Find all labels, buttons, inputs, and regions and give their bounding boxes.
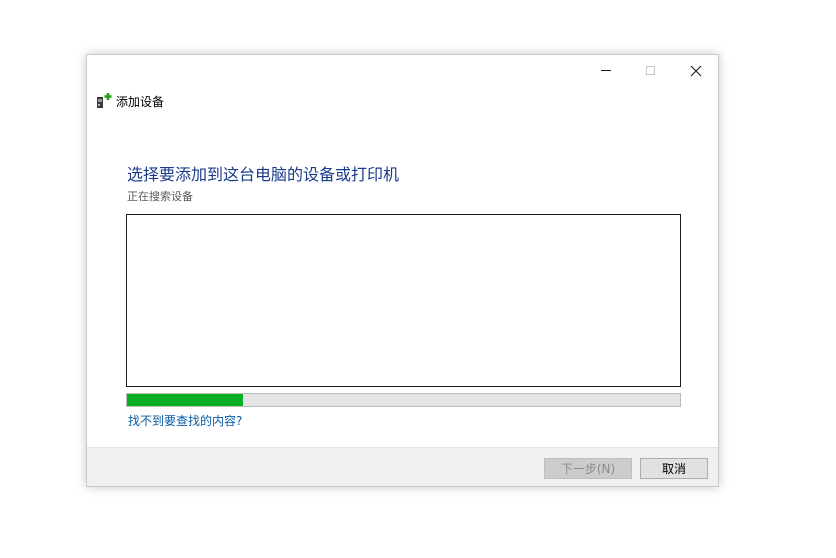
minimize-button[interactable] <box>583 55 629 86</box>
device-list[interactable] <box>126 214 681 387</box>
next-button[interactable]: 下一步(N) <box>544 458 632 479</box>
add-device-icon <box>97 93 112 108</box>
title-bar[interactable] <box>87 55 718 86</box>
cancel-button[interactable]: 取消 <box>640 458 708 479</box>
close-icon <box>690 65 702 76</box>
page-title: 选择要添加到这台电脑的设备或打印机 <box>127 165 400 184</box>
dialog-header: 添加设备 <box>96 93 164 109</box>
maximize-icon <box>645 66 655 75</box>
search-progress-bar <box>126 393 681 407</box>
add-device-dialog: 添加设备 选择要添加到这台电脑的设备或打印机 正在搜索设备 找不到要查找的内容?… <box>86 54 719 487</box>
maximize-button[interactable] <box>627 55 673 86</box>
search-progress-fill <box>127 394 244 406</box>
dialog-footer: 下一步(N) 取消 <box>87 447 718 486</box>
help-link[interactable]: 找不到要查找的内容? <box>128 412 242 429</box>
dialog-title: 添加设备 <box>116 94 165 109</box>
search-status: 正在搜索设备 <box>127 190 193 203</box>
close-button[interactable] <box>673 55 719 86</box>
minimize-icon <box>601 70 611 71</box>
